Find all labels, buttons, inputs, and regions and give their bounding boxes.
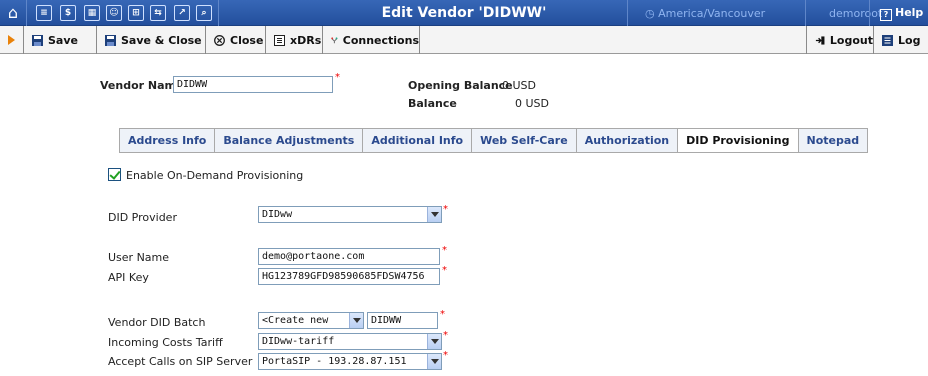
document-icon bbox=[274, 34, 285, 46]
accept-calls-sip-label: Accept Calls on SIP Server bbox=[108, 355, 253, 368]
logout-label: Logout bbox=[829, 33, 873, 47]
connections-button[interactable]: Connections bbox=[323, 26, 420, 54]
xdrs-button[interactable]: xDRs bbox=[266, 26, 323, 54]
did-provider-select[interactable]: DIDww bbox=[258, 206, 442, 223]
user-name-input[interactable]: demo@portaone.com bbox=[258, 248, 440, 265]
save-label: Save bbox=[48, 33, 78, 47]
floppy-icon bbox=[32, 34, 43, 46]
user-name-label: User Name bbox=[108, 251, 170, 264]
save-close-button[interactable]: Save & Close bbox=[97, 26, 206, 54]
required-marker: * bbox=[335, 72, 340, 83]
balance-label: Balance bbox=[408, 97, 457, 110]
tab-bar: Address Info Balance Adjustments Additio… bbox=[119, 128, 869, 153]
save-close-label: Save & Close bbox=[121, 33, 202, 47]
opening-balance-value: 0 USD bbox=[502, 79, 536, 92]
user-link[interactable]: demoroot bbox=[829, 7, 882, 20]
vendor-did-batch-value: <Create new bbox=[262, 315, 329, 326]
divider bbox=[869, 0, 870, 26]
incoming-costs-tariff-label: Incoming Costs Tariff bbox=[108, 336, 223, 349]
chevron-down-icon bbox=[349, 313, 363, 328]
vendor-did-batch-input[interactable]: DIDWW bbox=[367, 312, 438, 329]
enable-on-demand-checkbox[interactable] bbox=[108, 168, 121, 181]
toolbar: Save Save & Close Close xDRs Connections… bbox=[0, 26, 928, 54]
vendor-did-batch-label: Vendor DID Batch bbox=[108, 316, 206, 329]
help-icon: ? bbox=[880, 9, 892, 21]
required-marker: * bbox=[443, 330, 448, 341]
timezone-label: America/Vancouver bbox=[658, 7, 766, 20]
vendor-name-label: Vendor Name bbox=[100, 79, 184, 92]
required-marker: * bbox=[442, 265, 447, 276]
tab-authorization[interactable]: Authorization bbox=[576, 128, 679, 153]
tab-did-provisioning[interactable]: DID Provisioning bbox=[678, 128, 799, 153]
required-marker: * bbox=[440, 309, 445, 320]
connections-label: Connections bbox=[342, 33, 419, 47]
save-button[interactable]: Save bbox=[24, 26, 97, 54]
tab-web-self-care[interactable]: Web Self-Care bbox=[472, 128, 577, 153]
log-label: Log bbox=[898, 33, 921, 47]
did-provider-label: DID Provider bbox=[108, 211, 177, 224]
tab-address-info[interactable]: Address Info bbox=[119, 128, 216, 153]
close-label: Close bbox=[230, 33, 264, 47]
chevron-down-icon bbox=[427, 354, 441, 369]
vendor-did-batch-select[interactable]: <Create new bbox=[258, 312, 364, 329]
help-button[interactable]: ? Help bbox=[880, 6, 923, 21]
floppy-icon bbox=[105, 34, 116, 46]
accept-calls-sip-select[interactable]: PortaSIP - 193.28.87.151 bbox=[258, 353, 442, 370]
chevron-down-icon bbox=[427, 207, 441, 222]
opening-balance-label: Opening Balance bbox=[408, 79, 513, 92]
connections-icon bbox=[331, 36, 338, 43]
timezone-link[interactable]: ◷ America/Vancouver bbox=[645, 7, 765, 20]
vendor-name-input[interactable]: DIDWW bbox=[173, 76, 333, 93]
expand-arrow-icon[interactable] bbox=[0, 26, 24, 54]
logout-button[interactable]: Logout bbox=[806, 26, 874, 54]
api-key-label: API Key bbox=[108, 271, 149, 284]
divider bbox=[805, 0, 806, 26]
log-button[interactable]: Log bbox=[874, 26, 928, 54]
tab-balance-adjustments[interactable]: Balance Adjustments bbox=[215, 128, 364, 153]
log-icon bbox=[882, 34, 893, 46]
enable-on-demand-label: Enable On-Demand Provisioning bbox=[126, 169, 304, 182]
tab-notepad[interactable]: Notepad bbox=[798, 128, 869, 153]
required-marker: * bbox=[443, 204, 448, 215]
accept-calls-sip-value: PortaSIP - 193.28.87.151 bbox=[262, 356, 407, 367]
tab-additional-info[interactable]: Additional Info bbox=[363, 128, 473, 153]
title-bar: ⌂ ≡ $ ▦ ☺ ⊞ ⇆ ↗ ⌕ Edit Vendor 'DIDWW' ◷ … bbox=[0, 0, 928, 26]
xdrs-label: xDRs bbox=[290, 33, 322, 47]
balance-value: 0 USD bbox=[515, 97, 549, 110]
divider bbox=[627, 0, 628, 26]
help-label: Help bbox=[895, 6, 924, 19]
logout-icon bbox=[815, 35, 825, 45]
api-key-input[interactable]: HG123789GFD98590685FDSW4756 bbox=[258, 268, 440, 285]
tab-underline bbox=[119, 152, 846, 153]
required-marker: * bbox=[443, 350, 448, 361]
did-provider-value: DIDww bbox=[262, 209, 293, 220]
incoming-costs-tariff-select[interactable]: DIDww-tariff bbox=[258, 333, 442, 350]
incoming-costs-tariff-value: DIDww-tariff bbox=[262, 336, 335, 347]
required-marker: * bbox=[442, 245, 447, 256]
page-title: Edit Vendor 'DIDWW' bbox=[381, 5, 547, 21]
chevron-down-icon bbox=[427, 334, 441, 349]
close-icon bbox=[214, 34, 225, 46]
close-button[interactable]: Close bbox=[206, 26, 266, 54]
